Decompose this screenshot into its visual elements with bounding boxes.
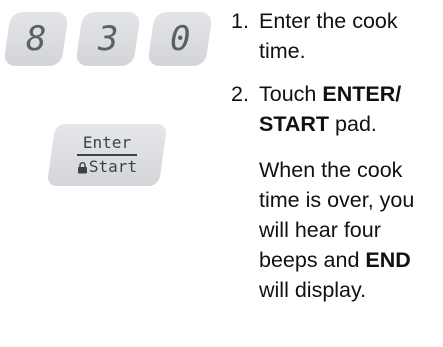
enter-keyword: ENTER/	[322, 82, 402, 106]
digit-label: 8	[25, 19, 47, 59]
step-1: 1. Enter the cook time.	[231, 6, 441, 66]
step-text: Enter the cook time.	[259, 9, 398, 63]
end-keyword: END	[365, 248, 411, 272]
step-number: 1.	[231, 9, 249, 33]
digit-label: 3	[97, 19, 119, 59]
start-label-row: Start	[77, 156, 138, 176]
enter-start-pad: Enter Start	[46, 124, 168, 186]
step-2: 2. Touch ENTER/START pad.	[231, 79, 441, 139]
keypad-illustration: 8 3 0 Enter Start	[0, 0, 225, 200]
step-text-suffix: pad.	[329, 112, 377, 136]
digit-label: 0	[169, 19, 191, 59]
digit-key-8: 8	[3, 12, 69, 66]
start-label: Start	[88, 157, 138, 176]
enter-label: Enter	[77, 133, 137, 156]
instruction-steps: 1. Enter the cook time. 2. Touch ENTER/S…	[231, 6, 441, 305]
lock-icon	[77, 161, 88, 174]
step-number: 2.	[231, 82, 249, 106]
digit-key-0: 0	[147, 12, 213, 66]
start-keyword: START	[259, 112, 330, 136]
digit-key-3: 3	[75, 12, 141, 66]
note-text-after: will display.	[259, 278, 367, 302]
step-note: When the cook time is over, you will hea…	[231, 155, 441, 305]
step-text-prefix: Touch	[259, 82, 323, 106]
